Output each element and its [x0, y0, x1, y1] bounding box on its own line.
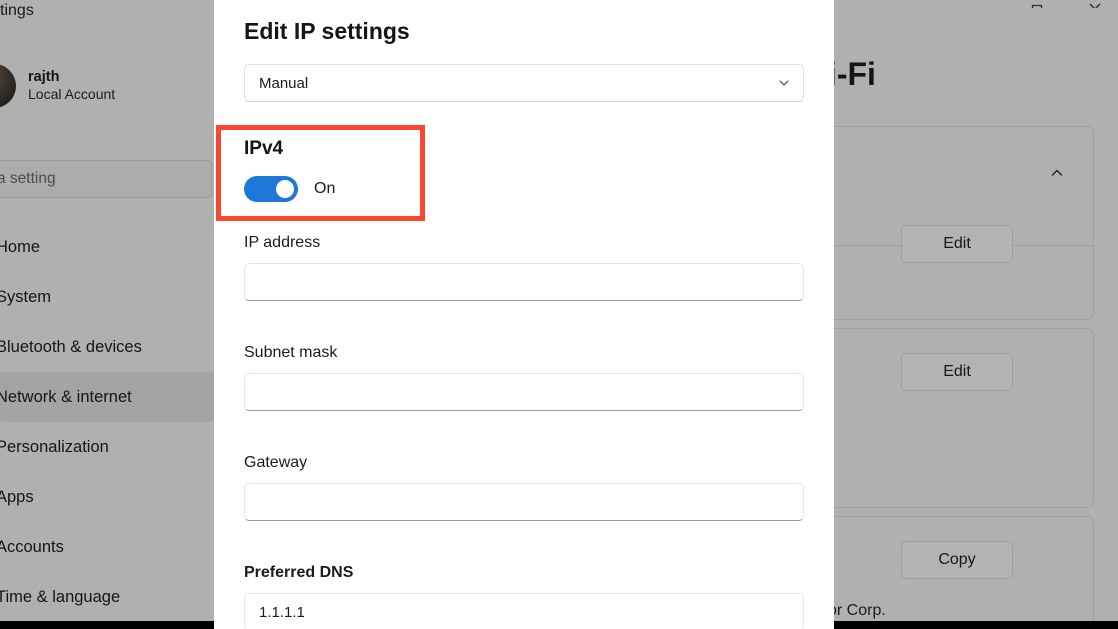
screen: Settings rajth Local Account a setting H…	[0, 0, 1118, 629]
wifi-properties-card: Edit	[834, 126, 1094, 320]
gateway-label: Gateway	[244, 454, 804, 472]
search-placeholder: a setting	[0, 170, 56, 188]
ipv4-section: IPv4 On	[244, 138, 335, 202]
ip-assignment-dropdown[interactable]: Manual	[244, 64, 804, 102]
dialog-title: Edit IP settings	[244, 18, 410, 45]
ip-address-input[interactable]	[244, 263, 804, 301]
ip-address-label: IP address	[244, 234, 804, 252]
edit-button[interactable]: Edit	[901, 353, 1013, 391]
subnet-mask-input[interactable]	[244, 373, 804, 411]
adapter-description: or Corp.	[834, 602, 886, 620]
sidebar-item-accounts[interactable]: Accounts	[0, 522, 214, 572]
sidebar-item-label: Home	[0, 238, 40, 257]
sidebar-item-label: Apps	[0, 488, 34, 507]
search-input[interactable]: a setting	[0, 160, 212, 198]
edit-ip-settings-dialog: Edit IP settings Manual IPv4 On IP addre…	[214, 0, 834, 629]
ipv4-toggle-state: On	[314, 180, 335, 198]
sidebar-item-label: Personalization	[0, 438, 109, 457]
sidebar-item-bluetooth-devices[interactable]: Bluetooth & devices	[0, 322, 214, 372]
preferred-dns-field-group: Preferred DNS 1.1.1.1	[244, 564, 804, 629]
subnet-mask-label: Subnet mask	[244, 344, 804, 362]
sidebar-item-home[interactable]: Home	[0, 222, 214, 272]
dns-settings-card: Edit	[834, 328, 1094, 508]
app-title: Settings	[0, 2, 34, 20]
ipv4-toggle[interactable]	[244, 176, 298, 202]
gateway-field-group: Gateway	[244, 454, 804, 521]
sidebar-item-system[interactable]: System	[0, 272, 214, 322]
edit-button[interactable]: Edit	[901, 225, 1013, 263]
sidebar-item-label: Accounts	[0, 538, 64, 557]
sidebar-item-personalization[interactable]: Personalization	[0, 422, 214, 472]
sidebar-item-apps[interactable]: Apps	[0, 472, 214, 522]
sidebar-item-network-internet[interactable]: Network & internet	[0, 372, 214, 422]
preferred-dns-input[interactable]: 1.1.1.1	[244, 593, 804, 629]
account-type: Local Account	[28, 86, 115, 104]
sidebar-item-label: Network & internet	[0, 388, 132, 407]
sidebar-item-label: Time & language	[0, 588, 120, 607]
chevron-down-icon	[777, 76, 791, 90]
avatar	[0, 64, 16, 108]
ipv4-toggle-row: On	[244, 176, 335, 202]
ip-address-field-group: IP address	[244, 234, 804, 301]
copy-button[interactable]: Copy	[901, 541, 1013, 579]
subnet-mask-field-group: Subnet mask	[244, 344, 804, 411]
account-name: rajth	[28, 68, 115, 86]
sidebar-item-time-language[interactable]: Time & language	[0, 572, 214, 622]
chevron-up-icon[interactable]	[1045, 161, 1069, 185]
dropdown-selected-value: Manual	[259, 75, 308, 92]
ipv4-heading: IPv4	[244, 138, 335, 160]
sidebar-item-label: System	[0, 288, 51, 307]
main-content: Wi-Fi Edit Edit Copy or Corp.	[834, 8, 1118, 629]
sidebar-item-label: Bluetooth & devices	[0, 338, 142, 357]
toggle-knob	[276, 180, 294, 198]
account-row[interactable]: rajth Local Account	[0, 58, 212, 114]
gateway-input[interactable]	[244, 483, 804, 521]
sidebar-nav: Home System Bluetooth & devices Network …	[0, 222, 214, 622]
sidebar: Settings rajth Local Account a setting H…	[0, 0, 214, 629]
page-title: Wi-Fi	[834, 56, 876, 93]
preferred-dns-label: Preferred DNS	[244, 564, 804, 582]
